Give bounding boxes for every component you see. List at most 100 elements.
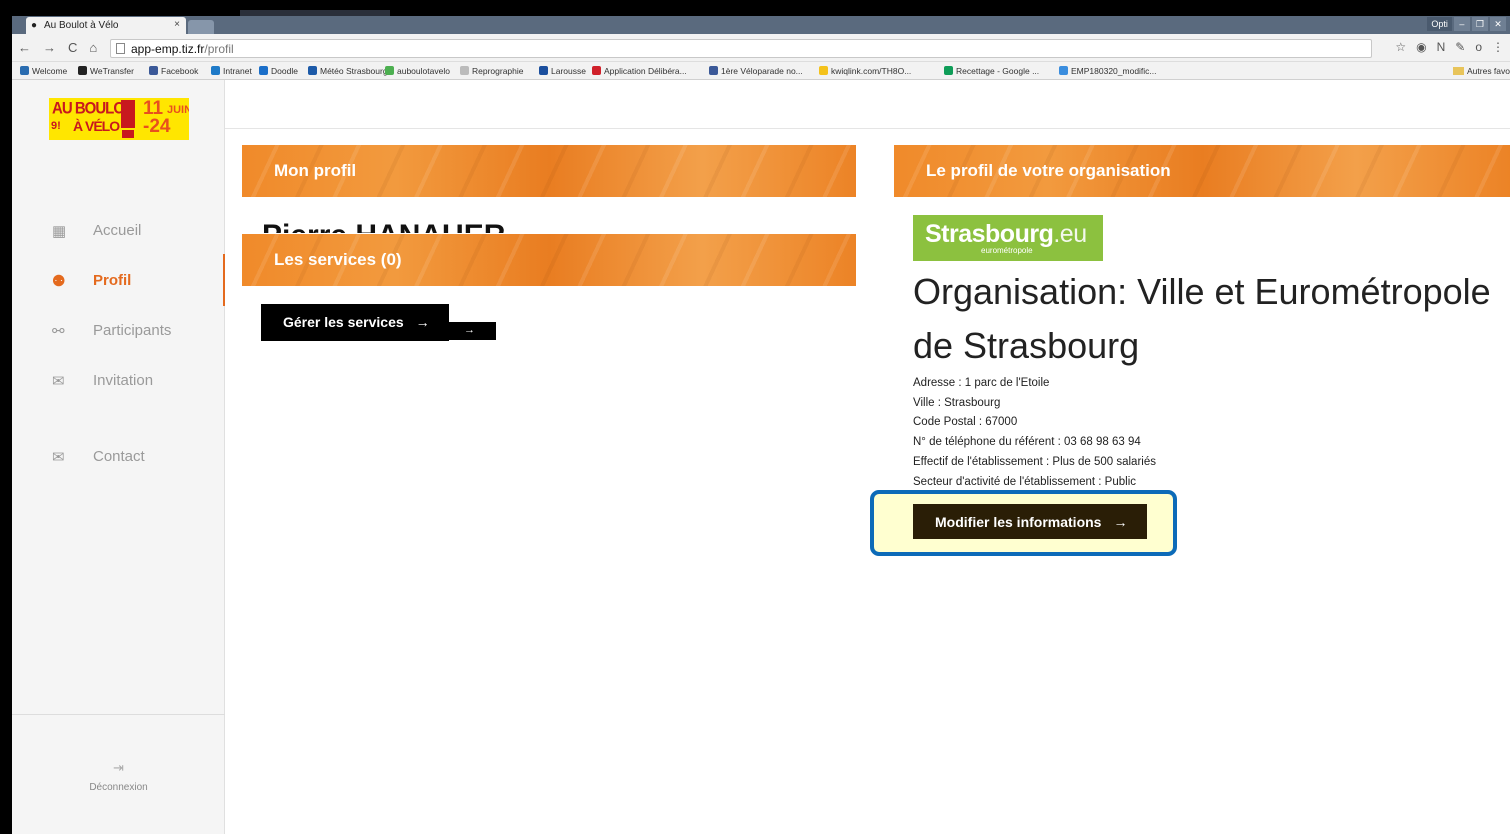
sidebar-item-profil[interactable]: ⚉ Profil (12, 254, 225, 306)
sidebar-item-participants[interactable]: ⚯ Participants (12, 310, 225, 350)
logout-icon: ⇥ (113, 760, 124, 775)
bookmark-item[interactable]: Intranet (211, 66, 252, 76)
bookmark-item[interactable]: WeTransfer (78, 66, 134, 76)
bookmark-favicon-icon (149, 66, 158, 75)
modify-info-button[interactable]: Modifier les informations → (913, 504, 1147, 539)
bookmark-favicon-icon (539, 66, 548, 75)
logo-month: JUIN (167, 104, 189, 116)
bookmark-favicon-icon (819, 66, 828, 75)
bookmark-label: Larousse (551, 66, 586, 76)
bookmark-item[interactable]: Météo Strasbourg (308, 66, 388, 76)
sidebar-item-label: Participants (93, 322, 172, 339)
back-icon[interactable]: ← (18, 40, 31, 55)
grid-icon: ▦ (52, 223, 67, 240)
bookmark-item[interactable]: Larousse (539, 66, 586, 76)
arrow-icon: → (415, 314, 430, 330)
bookmark-item[interactable]: Reprographie (460, 66, 524, 76)
bookmark-favicon-icon (592, 66, 601, 75)
bookmark-favicon-icon (20, 66, 29, 75)
bookmark-item[interactable]: auboulotavelo (385, 66, 450, 76)
bookmark-label: 1ère Véloparade no... (721, 66, 803, 76)
page: AU BOULOT 9! À VÉLO 11 JUIN -24 ▦ Accuei… (12, 80, 1510, 834)
bookmark-item[interactable]: Recettage - Google ... (944, 66, 1039, 76)
forward-icon[interactable]: → (43, 40, 56, 55)
bookmark-item[interactable]: kwiqlink.com/TH8O... (819, 66, 911, 76)
bookmark-favicon-icon (460, 66, 469, 75)
sidebar-item-contact[interactable]: ✉ Contact (12, 436, 225, 476)
bookmark-item[interactable]: Doodle (259, 66, 298, 76)
bookmark-favicon-icon (385, 66, 394, 75)
logo-prefix: 9! (51, 120, 61, 132)
address-toolbar: ← → C ⌂ app-emp.tiz.fr/profil ☆ ◉ N ✎ o … (12, 34, 1510, 62)
sidebar-item-label: Accueil (93, 222, 142, 239)
url-host: app-emp.tiz.fr (131, 42, 205, 56)
manage-services-shadow: → (448, 322, 496, 340)
sidebar-item-invitation[interactable]: ✉ Invitation (12, 360, 225, 400)
bookmark-label: Application Délibéra... (604, 66, 687, 76)
reload-icon[interactable]: C (68, 40, 77, 55)
bookmark-label: auboulotavelo (397, 66, 450, 76)
mon-profil-banner: Mon profil (242, 145, 856, 197)
close-icon[interactable]: × (174, 19, 180, 30)
bookmark-label: Welcome (32, 66, 68, 76)
window-controls: Opti – ❐ ✕ (1427, 17, 1506, 31)
page-icon (116, 43, 125, 54)
org-section-title: Le profil de votre organisation (926, 161, 1171, 180)
services-title: Les services (0) (274, 250, 402, 269)
url-field[interactable]: app-emp.tiz.fr/profil (110, 39, 1372, 58)
bookmark-favicon-icon (944, 66, 953, 75)
logout-button[interactable]: ⇥ Déconnexion (12, 760, 225, 793)
logo-date2: -24 (143, 116, 171, 137)
bookmark-label: Reprographie (472, 66, 524, 76)
bookmark-label: Doodle (271, 66, 298, 76)
sidebar-item-label: Invitation (93, 372, 154, 389)
bookmark-item[interactable]: EMP180320_modific... (1059, 66, 1157, 76)
onenote-icon[interactable]: N (1437, 40, 1446, 54)
sidebar-item-accueil[interactable]: ▦ Accueil (12, 210, 225, 250)
opera-icon[interactable]: o (1475, 40, 1482, 54)
folder-icon (1453, 67, 1464, 75)
arrow-icon: → (464, 324, 475, 336)
menu-icon[interactable]: ⋮ (1492, 40, 1504, 54)
star-icon[interactable]: ☆ (1395, 40, 1406, 54)
org-info: Adresse : 1 parc de l'Etoile Ville : Str… (913, 374, 1156, 492)
window-close-button[interactable]: ✕ (1490, 17, 1506, 31)
opti-button[interactable]: Opti (1427, 17, 1452, 31)
camera-icon[interactable]: ◉ (1416, 40, 1426, 54)
manage-services-button[interactable]: Gérer les services → (261, 304, 449, 341)
au-boulot-a-velo-logo[interactable]: AU BOULOT 9! À VÉLO 11 JUIN -24 (49, 98, 189, 140)
bookmark-favicon-icon (259, 66, 268, 75)
home-icon[interactable]: ⌂ (89, 40, 97, 55)
bookmark-item[interactable]: Facebook (149, 66, 198, 76)
logo-exclamation (121, 100, 135, 128)
bookmark-favicon-icon (709, 66, 718, 75)
restore-button[interactable]: ❐ (1471, 17, 1488, 31)
services-banner: Les services (0) (242, 234, 856, 286)
new-tab-button[interactable] (188, 20, 214, 34)
bookmark-item[interactable]: Application Délibéra... (592, 66, 687, 76)
org-address: Adresse : 1 parc de l'Etoile (913, 377, 1050, 389)
strasbourg-eu-logo: Strasbourg.eu eurométropole (913, 215, 1103, 261)
bookmark-label: WeTransfer (90, 66, 134, 76)
bookmarks-bar: Autres favo Welcome WeTransfer Facebook Int… (12, 62, 1510, 80)
org-logo-suffix: .eu (1053, 220, 1087, 248)
pen-icon[interactable]: ✎ (1455, 40, 1465, 54)
other-bookmarks[interactable]: Autres favo (1453, 66, 1510, 76)
org-logo-word: Strasbourg.eu (925, 220, 1087, 249)
logo-exclamation-dot (122, 130, 134, 138)
extension-icons: ☆ ◉ N ✎ o ⋮ (1395, 40, 1504, 54)
bookmark-item[interactable]: 1ère Véloparade no... (709, 66, 803, 76)
users-icon: ⚉ (52, 273, 66, 290)
bookmark-favicon-icon (308, 66, 317, 75)
nav-buttons: ← → C ⌂ (18, 40, 97, 55)
bookmark-label: Facebook (161, 66, 199, 76)
org-city: Ville : Strasbourg (913, 396, 1001, 409)
browser-tab[interactable]: ● Au Boulot à Vélo × (26, 17, 186, 34)
other-bookmarks-label: Autres favo (1467, 66, 1510, 76)
browser-tab-bar: ● Au Boulot à Vélo × Opti – ❐ ✕ (12, 16, 1510, 34)
header-divider (225, 128, 1510, 129)
bookmark-item[interactable]: Welcome (20, 66, 67, 76)
bookmark-label: Intranet (223, 66, 252, 76)
minimize-button[interactable]: – (1453, 17, 1470, 31)
manage-services-label: Gérer les services (283, 314, 404, 330)
